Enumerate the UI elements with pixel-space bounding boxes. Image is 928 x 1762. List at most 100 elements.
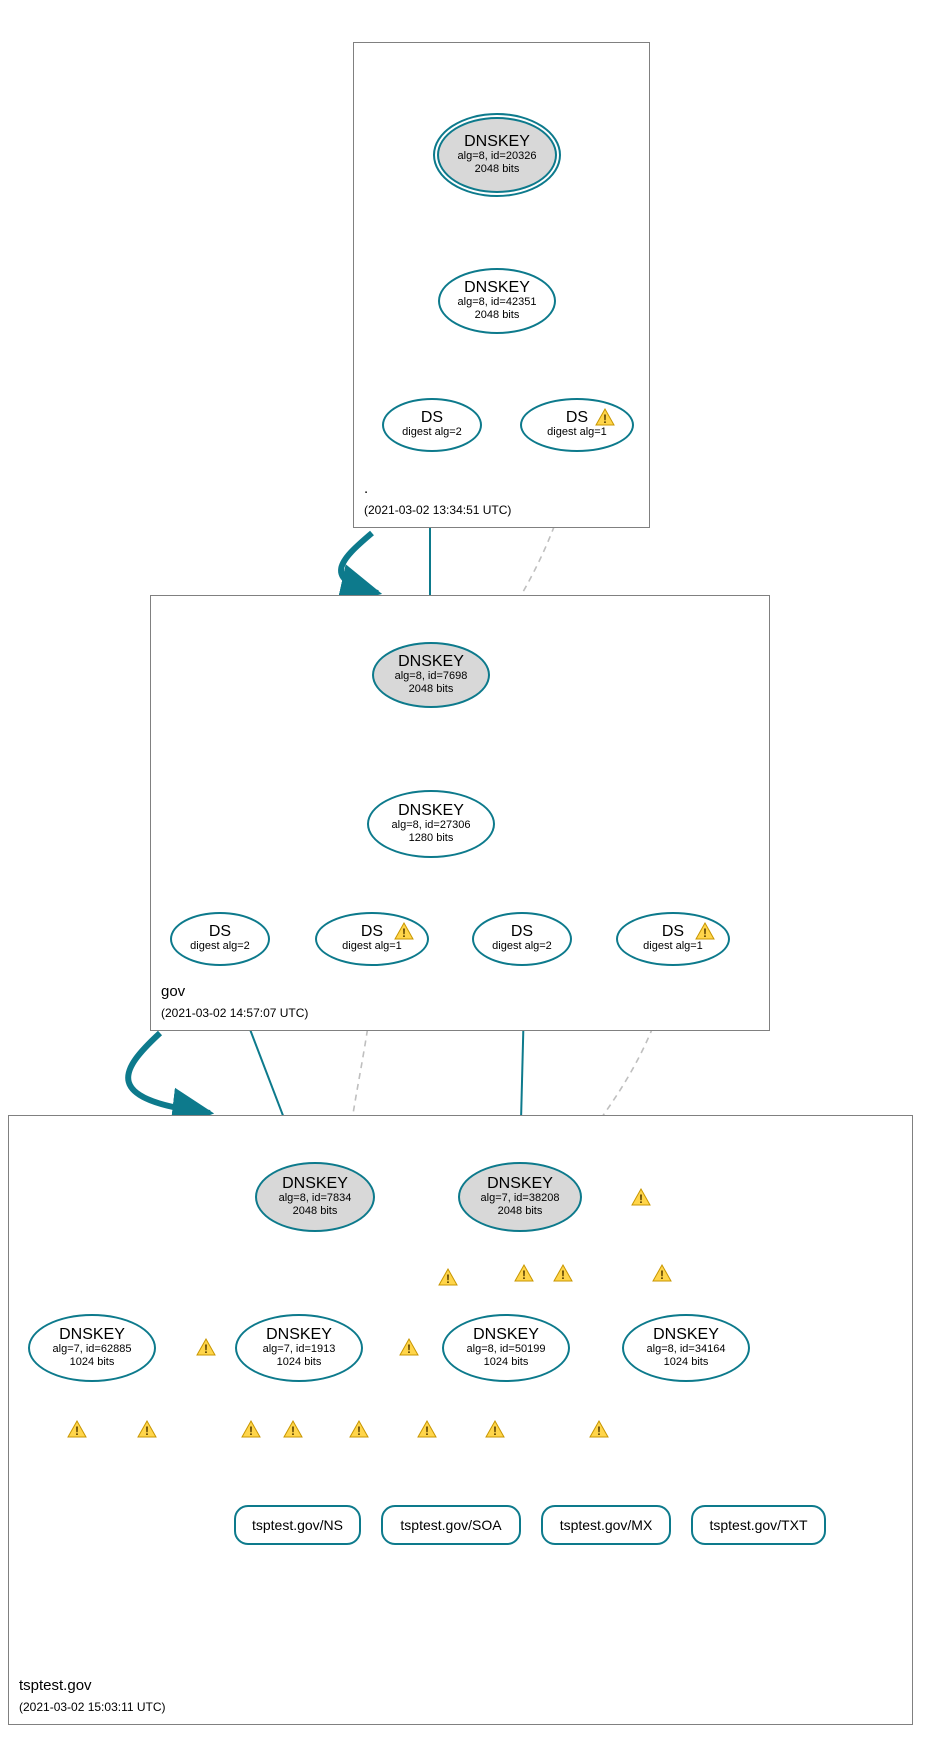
node-title: DNSKEY [369, 803, 493, 819]
svg-text:!: ! [603, 412, 607, 426]
svg-text:!: ! [522, 1268, 526, 1282]
svg-text:!: ! [446, 1272, 450, 1286]
node-sub2: 2048 bits [257, 1205, 373, 1218]
node-tsp-zsk3: DNSKEY alg=8, id=50199 1024 bits [442, 1314, 570, 1382]
svg-text:!: ! [249, 1424, 253, 1438]
node-sub1: alg=8, id=7698 [374, 670, 488, 683]
warning-icon: ! [348, 1420, 370, 1440]
node-sub1: alg=8, id=7834 [257, 1192, 373, 1205]
node-title: DNSKEY [257, 1176, 373, 1192]
node-root-ds1: DS digest alg=1 [520, 398, 634, 452]
warning-icon: ! [552, 1264, 574, 1284]
rr-soa: tsptest.gov/SOA [381, 1505, 521, 1545]
node-sub1: digest alg=1 [522, 426, 632, 439]
warning-icon: ! [416, 1420, 438, 1440]
rr-ns: tsptest.gov/NS [234, 1505, 361, 1545]
rr-label: tsptest.gov/SOA [400, 1517, 501, 1533]
node-sub2: 1024 bits [237, 1356, 361, 1369]
node-tsp-ksk2: DNSKEY alg=7, id=38208 2048 bits [458, 1162, 582, 1232]
svg-text:!: ! [660, 1268, 664, 1282]
node-sub2: 1024 bits [444, 1356, 568, 1369]
node-root-ds2: DS digest alg=2 [382, 398, 482, 452]
svg-text:!: ! [407, 1342, 411, 1356]
warning-icon: ! [393, 922, 415, 942]
node-sub1: digest alg=1 [317, 940, 427, 953]
rr-txt: tsptest.gov/TXT [691, 1505, 826, 1545]
node-sub1: digest alg=1 [618, 940, 728, 953]
svg-text:!: ! [703, 926, 707, 940]
rr-label: tsptest.gov/NS [252, 1517, 343, 1533]
warning-icon: ! [398, 1338, 420, 1358]
node-title: DNSKEY [439, 134, 555, 150]
node-sub1: alg=8, id=20326 [439, 150, 555, 163]
warning-icon: ! [195, 1338, 217, 1358]
node-sub1: alg=8, id=50199 [444, 1343, 568, 1356]
svg-text:!: ! [493, 1424, 497, 1438]
svg-text:!: ! [145, 1424, 149, 1438]
zone-root-time: (2021-03-02 13:34:51 UTC) [364, 503, 511, 517]
node-sub2: 1024 bits [624, 1356, 748, 1369]
warning-icon: ! [240, 1420, 262, 1440]
warning-icon: ! [66, 1420, 88, 1440]
svg-text:!: ! [204, 1342, 208, 1356]
node-title: DS [172, 924, 268, 940]
svg-text:!: ! [291, 1424, 295, 1438]
warning-icon: ! [594, 408, 616, 428]
node-gov-ds2b: DS digest alg=2 [472, 912, 572, 966]
svg-text:!: ! [597, 1424, 601, 1438]
svg-text:!: ! [75, 1424, 79, 1438]
node-gov-ds2a: DS digest alg=2 [170, 912, 270, 966]
node-sub1: alg=8, id=27306 [369, 819, 493, 832]
svg-text:!: ! [402, 926, 406, 940]
zone-tsptest-name: tsptest.gov [19, 1677, 92, 1694]
node-sub2: 2048 bits [374, 683, 488, 696]
node-title: DNSKEY [440, 280, 554, 296]
node-gov-ksk: DNSKEY alg=8, id=7698 2048 bits [372, 642, 490, 708]
warning-icon: ! [136, 1420, 158, 1440]
node-tsp-zsk1: DNSKEY alg=7, id=62885 1024 bits [28, 1314, 156, 1382]
node-sub1: alg=8, id=34164 [624, 1343, 748, 1356]
svg-text:!: ! [561, 1268, 565, 1282]
svg-text:!: ! [357, 1424, 361, 1438]
node-title: DNSKEY [30, 1327, 154, 1343]
node-title: DS [474, 924, 570, 940]
node-title: DNSKEY [624, 1327, 748, 1343]
zone-tsptest-time: (2021-03-02 15:03:11 UTC) [19, 1700, 166, 1714]
node-title: DS [384, 410, 480, 426]
svg-text:!: ! [639, 1192, 643, 1206]
node-sub2: 1024 bits [30, 1356, 154, 1369]
warning-icon: ! [588, 1420, 610, 1440]
node-sub2: 1280 bits [369, 832, 493, 845]
warning-icon: ! [694, 922, 716, 942]
node-tsp-zsk4: DNSKEY alg=8, id=34164 1024 bits [622, 1314, 750, 1382]
warning-icon: ! [484, 1420, 506, 1440]
node-tsp-zsk2: DNSKEY alg=7, id=1913 1024 bits [235, 1314, 363, 1382]
node-gov-zsk: DNSKEY alg=8, id=27306 1280 bits [367, 790, 495, 858]
warning-icon: ! [437, 1268, 459, 1288]
node-sub1: digest alg=2 [172, 940, 268, 953]
diagram-canvas: . (2021-03-02 13:34:51 UTC) gov (2021-03… [0, 0, 928, 1762]
node-root-zsk: DNSKEY alg=8, id=42351 2048 bits [438, 268, 556, 334]
node-sub1: alg=7, id=38208 [460, 1192, 580, 1205]
node-title: DNSKEY [460, 1176, 580, 1192]
rr-label: tsptest.gov/MX [560, 1517, 653, 1533]
warning-icon: ! [630, 1188, 652, 1208]
node-sub2: 2048 bits [440, 309, 554, 322]
node-tsp-ksk1: DNSKEY alg=8, id=7834 2048 bits [255, 1162, 375, 1232]
node-sub2: 2048 bits [439, 163, 555, 176]
warning-icon: ! [651, 1264, 673, 1284]
node-sub1: alg=8, id=42351 [440, 296, 554, 309]
node-title: DNSKEY [444, 1327, 568, 1343]
node-sub2: 2048 bits [460, 1205, 580, 1218]
warning-icon: ! [282, 1420, 304, 1440]
svg-text:!: ! [425, 1424, 429, 1438]
node-sub1: digest alg=2 [474, 940, 570, 953]
node-sub1: alg=7, id=62885 [30, 1343, 154, 1356]
zone-gov-name: gov [161, 983, 185, 1000]
node-title: DNSKEY [374, 654, 488, 670]
node-sub1: alg=7, id=1913 [237, 1343, 361, 1356]
zone-root-name: . [364, 480, 368, 497]
node-title: DNSKEY [237, 1327, 361, 1343]
warning-icon: ! [513, 1264, 535, 1284]
zone-gov-time: (2021-03-02 14:57:07 UTC) [161, 1006, 308, 1020]
